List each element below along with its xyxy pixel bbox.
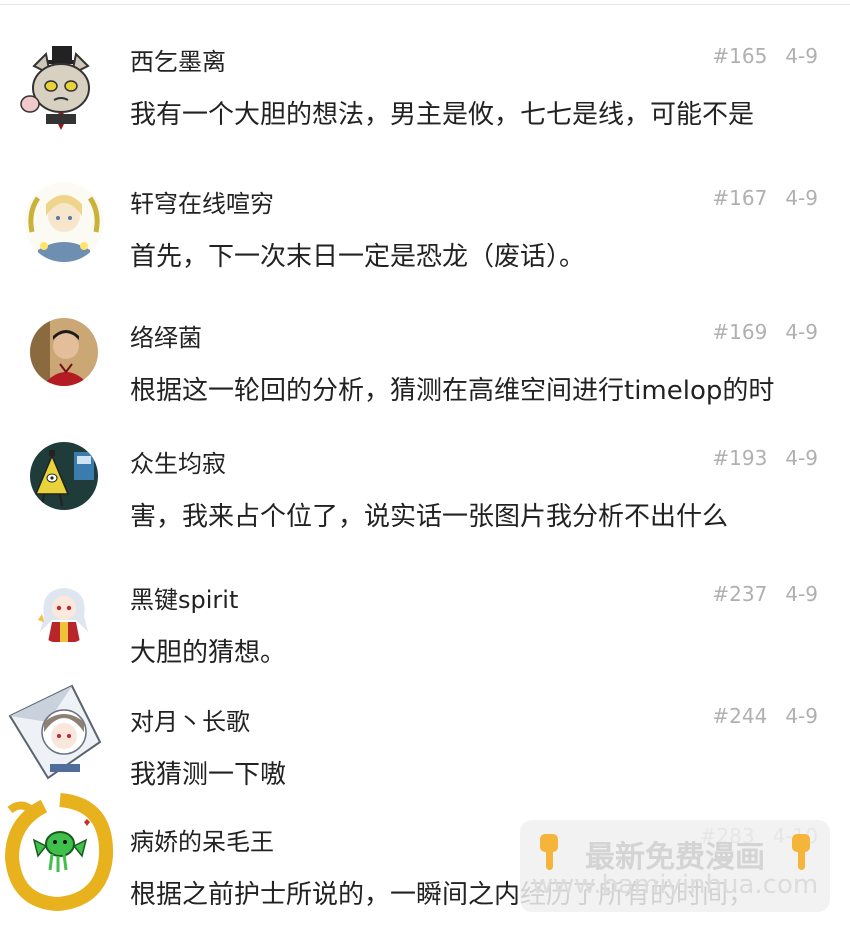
comment-meta: #193 4-9	[712, 446, 818, 470]
comment-text[interactable]: 害，我来占个位了，说实话一张图片我分析不出什么	[130, 496, 830, 533]
comment-meta: #165 4-9	[712, 44, 818, 68]
comment-meta: #244 4-9	[712, 704, 818, 728]
comment-meta: #237 4-9	[712, 582, 818, 606]
triangle-character-avatar-icon	[30, 442, 98, 510]
floor-number: #165	[712, 44, 768, 68]
paper-plane-girl-avatar-icon	[8, 684, 102, 780]
comment-text[interactable]: 首先，下一次末日一定是恐龙（废话）。	[130, 236, 830, 273]
comment-date: 4-9	[785, 704, 818, 728]
comment-date: 4-9	[785, 446, 818, 470]
avatar[interactable]	[30, 442, 98, 510]
comment-date: 4-9	[785, 320, 818, 344]
username[interactable]: 病娇的呆毛王	[130, 822, 274, 857]
comment-text[interactable]: 我猜测一下嗷	[130, 754, 830, 791]
avatar[interactable]	[30, 318, 98, 386]
cat-avatar-icon	[20, 46, 90, 130]
username[interactable]: 众生均寂	[130, 444, 226, 479]
avatar[interactable]	[8, 682, 108, 782]
username[interactable]: 西乞墨离	[130, 42, 226, 77]
avatar[interactable]	[24, 182, 104, 262]
comment-text[interactable]: 大胆的猜想。	[130, 632, 830, 669]
comment-date: 4-9	[785, 186, 818, 210]
man-photo-avatar-icon	[30, 318, 98, 386]
comment-date: 4-9	[785, 582, 818, 606]
chibi-girl-avatar-icon	[30, 576, 98, 644]
comment-text[interactable]: 我有一个大胆的想法，男主是攸，七七是线，可能不是	[130, 94, 830, 131]
avatar[interactable]	[4, 792, 116, 912]
floor-number: #167	[712, 186, 768, 210]
comment-text[interactable]: 根据这一轮回的分析，猜测在高维空间进行timelop的时	[130, 370, 830, 407]
username[interactable]: 黑键spirit	[130, 580, 238, 615]
watermark-url: www.bamiyinhua.com	[531, 870, 819, 900]
username[interactable]: 对月丶长歌	[130, 702, 250, 737]
floor-number: #193	[712, 446, 768, 470]
floor-number: #169	[712, 320, 768, 344]
anime-girl-avatar-icon	[24, 182, 104, 262]
floor-number: #244	[712, 704, 768, 728]
avatar[interactable]	[30, 576, 98, 644]
floor-number: #237	[712, 582, 768, 606]
avatar[interactable]	[16, 44, 106, 134]
username[interactable]: 轩穹在线喧穷	[130, 184, 274, 219]
watermark-overlay: 最新免费漫画 www.bamiyinhua.com	[520, 820, 830, 912]
username[interactable]: 络绎菌	[130, 318, 202, 353]
top-divider	[0, 4, 850, 5]
comment-date: 4-9	[785, 44, 818, 68]
cthulhu-avatar-icon	[4, 793, 114, 912]
comment-meta: #167 4-9	[712, 186, 818, 210]
comment-meta: #169 4-9	[712, 320, 818, 344]
